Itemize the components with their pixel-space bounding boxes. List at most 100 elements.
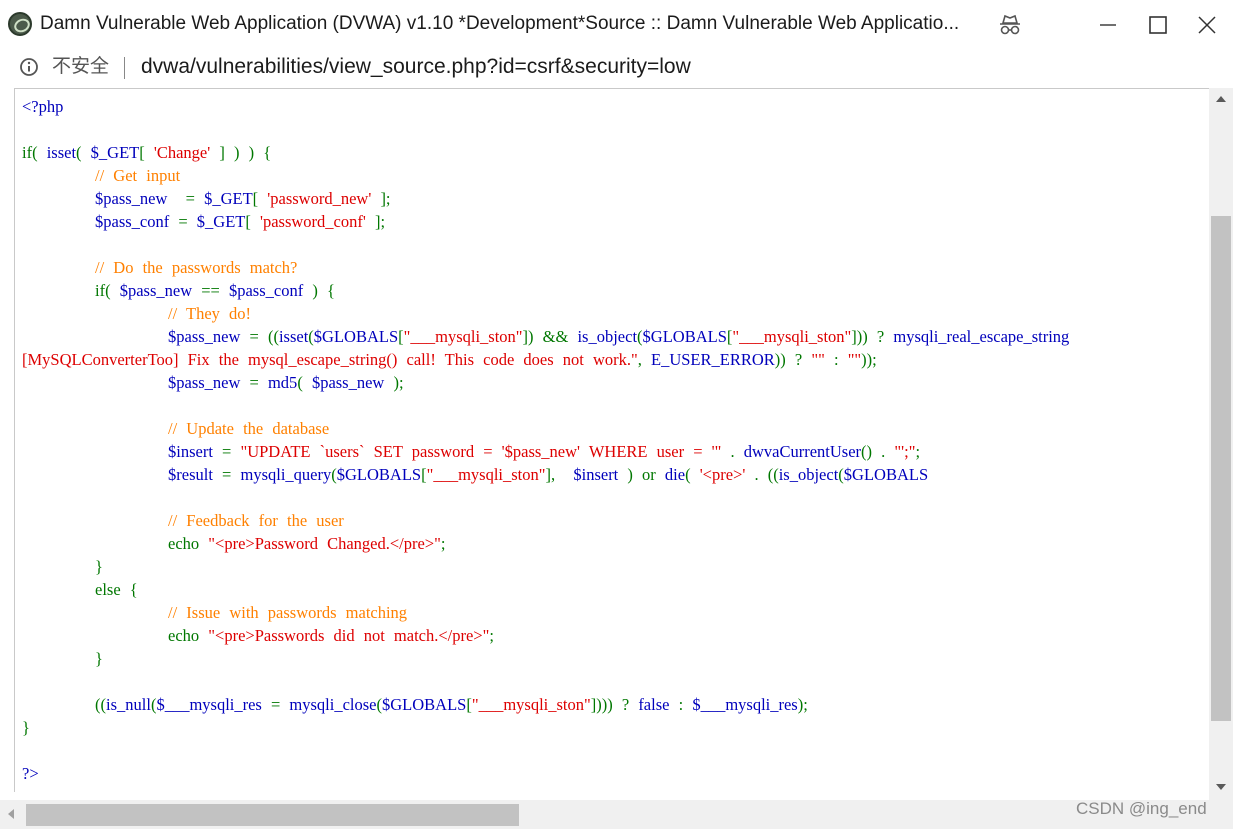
- code-token-default: $_GET: [196, 212, 246, 231]
- code-token-string: 'password_conf': [260, 212, 375, 231]
- dvwa-logo-icon: [8, 12, 32, 36]
- scroll-down-icon[interactable]: [1216, 784, 1226, 790]
- scroll-left-icon[interactable]: [8, 809, 14, 819]
- code-token-keyword: =: [249, 373, 268, 392]
- code-token-string: "UPDATE `users` SET password = '$pass_ne…: [240, 442, 731, 461]
- code-token-default: is_object: [778, 465, 839, 484]
- scroll-up-icon[interactable]: [1216, 96, 1226, 102]
- code-token-keyword: ] ) ) {: [219, 143, 272, 162]
- code-token-keyword: )) ?: [774, 350, 812, 369]
- code-token-string: "<pre>Passwords did not match.</pre>": [208, 626, 490, 645]
- code-token-keyword: () .: [861, 442, 895, 461]
- code-token-default: $pass_conf: [228, 281, 313, 300]
- code-token-string: "___mysqli_ston": [732, 327, 852, 346]
- code-token-default: $GLOBALS: [336, 465, 422, 484]
- code-token-keyword: }: [22, 557, 103, 576]
- code-token-keyword: if(: [22, 143, 47, 162]
- code-token-default: $_GET: [204, 189, 253, 208]
- watermark: CSDN @ing_end: [1076, 799, 1207, 818]
- code-token-comment: // They do!: [22, 304, 252, 323]
- code-token-comment: // Update the database: [22, 419, 330, 438]
- code-token-comment: // Feedback for the user: [22, 511, 344, 530]
- code-line: if( $pass_new == $pass_conf ) {: [22, 279, 1069, 302]
- code-token-keyword: ;: [440, 534, 446, 553]
- code-token-keyword: echo: [22, 626, 209, 645]
- php-source-code: <?php if( isset( $_GET[ 'Change' ] ) ) {…: [22, 95, 1069, 785]
- maximize-button[interactable]: [1136, 6, 1180, 44]
- close-button[interactable]: [1185, 6, 1229, 44]
- code-token-default: $___mysqli_res: [692, 695, 798, 714]
- code-token-keyword: [: [252, 189, 268, 208]
- code-token-comment: // Get input: [22, 166, 181, 185]
- code-token-default: die: [664, 465, 686, 484]
- code-token-keyword: ],: [545, 465, 574, 484]
- code-token-keyword: :: [833, 350, 848, 369]
- code-token-html: <?php: [22, 97, 64, 116]
- code-token-keyword: ];: [380, 189, 391, 208]
- code-token-string: 'password_new': [267, 189, 381, 208]
- vertical-scroll-thumb[interactable]: [1211, 216, 1231, 721]
- code-line: // Issue with passwords matching: [22, 601, 1069, 624]
- code-token-keyword: );: [797, 695, 808, 714]
- code-token-keyword: if(: [22, 281, 120, 300]
- code-token-default: $result: [22, 465, 223, 484]
- code-token-keyword: ];: [374, 212, 386, 231]
- code-token-string: "<pre>Password Changed.</pre>": [208, 534, 441, 553]
- code-line: // Feedback for the user: [22, 509, 1069, 532]
- code-token-keyword: =: [178, 212, 197, 231]
- code-token-keyword: :: [678, 695, 693, 714]
- code-token-comment: // Issue with passwords matching: [22, 603, 408, 622]
- incognito-icon: [1000, 14, 1020, 35]
- code-token-default: $GLOBALS: [313, 327, 399, 346]
- code-line: else {: [22, 578, 1069, 601]
- code-token-default: $GLOBALS: [843, 465, 929, 484]
- url-field[interactable]: dvwa/vulnerabilities/view_source.php?id=…: [141, 54, 691, 80]
- vertical-scrollbar[interactable]: [1209, 88, 1233, 800]
- code-token-default: $pass_new: [119, 281, 202, 300]
- horizontal-scrollbar[interactable]: [0, 800, 1233, 829]
- code-token-keyword: ])) ?: [851, 327, 894, 346]
- code-token-default: $GLOBALS: [642, 327, 727, 346]
- security-status-label[interactable]: 不安全: [52, 54, 109, 80]
- code-line: }: [22, 555, 1069, 578]
- page-content: <?php if( isset( $_GET[ 'Change' ] ) ) {…: [14, 88, 1209, 792]
- code-token-default: false: [638, 695, 679, 714]
- address-bar: 不安全 dvwa/vulnerabilities/view_source.php…: [0, 50, 1233, 88]
- code-token-keyword: =: [222, 442, 241, 461]
- code-token-string: "": [847, 350, 862, 369]
- minimize-icon: [1100, 24, 1116, 26]
- code-token-default: is_object: [577, 327, 638, 346]
- code-token-string: [MySQLConverterToo] Fix the mysql_escape…: [22, 350, 638, 369]
- code-line: $pass_new = $_GET[ 'password_new' ];: [22, 187, 1069, 210]
- code-line: $pass_conf = $_GET[ 'password_conf' ];: [22, 210, 1069, 233]
- code-token-keyword: (: [297, 373, 312, 392]
- code-line: $pass_new = md5( $pass_new );: [22, 371, 1069, 394]
- code-token-keyword: echo: [22, 534, 209, 553]
- code-line: }: [22, 647, 1069, 670]
- window-title: Damn Vulnerable Web Application (DVWA) v…: [40, 13, 960, 34]
- code-token-html: ?>: [22, 764, 39, 783]
- code-line: echo "<pre>Password Changed.</pre>";: [22, 532, 1069, 555]
- horizontal-scroll-thumb[interactable]: [26, 804, 519, 826]
- code-token-keyword: ) or: [627, 465, 665, 484]
- code-line: $insert = "UPDATE `users` SET password =…: [22, 440, 1069, 463]
- code-line: // Update the database: [22, 417, 1069, 440]
- address-divider: [124, 57, 125, 79]
- code-token-keyword: ,: [637, 350, 651, 369]
- code-token-keyword: ;: [915, 442, 921, 461]
- code-line: ?>: [22, 762, 1069, 785]
- code-token-keyword: ));: [861, 350, 877, 369]
- code-line: }: [22, 716, 1069, 739]
- minimize-button[interactable]: [1086, 6, 1130, 44]
- code-token-keyword: );: [393, 373, 404, 392]
- code-token-default: isset: [46, 143, 77, 162]
- code-token-keyword: ]) &&: [522, 327, 578, 346]
- code-token-comment: // Do the passwords match?: [22, 258, 298, 277]
- code-token-keyword: =: [270, 695, 290, 714]
- code-line: // Do the passwords match?: [22, 256, 1069, 279]
- info-icon[interactable]: [19, 57, 39, 77]
- code-token-default: $___mysqli_res: [156, 695, 271, 714]
